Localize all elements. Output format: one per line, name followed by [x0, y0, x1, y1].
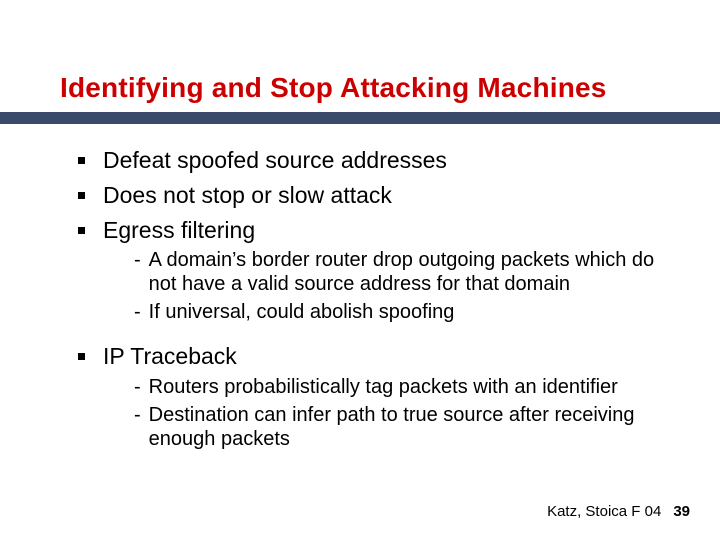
list-subitem: - If universal, could abolish spoofing — [134, 300, 660, 324]
footer-credit: Katz, Stoica F 04 — [547, 503, 661, 520]
bullet-text: Defeat spoofed source addresses — [103, 146, 447, 175]
subbullet-text: Routers probabilistically tag packets wi… — [149, 375, 618, 399]
page-number: 39 — [673, 503, 690, 520]
dash-bullet-icon: - — [134, 300, 141, 324]
bullet-text: IP Traceback — [103, 342, 237, 371]
subbullet-text: A domain’s border router drop outgoing p… — [149, 248, 660, 296]
square-bullet-icon — [78, 192, 85, 199]
spacer — [78, 324, 660, 336]
list-subitem: - Routers probabilistically tag packets … — [134, 375, 660, 399]
dash-bullet-icon: - — [134, 403, 141, 427]
dash-bullet-icon: - — [134, 375, 141, 399]
square-bullet-icon — [78, 353, 85, 360]
dash-bullet-icon: - — [134, 248, 141, 272]
list-item: Defeat spoofed source addresses — [78, 146, 660, 175]
subbullet-text: If universal, could abolish spoofing — [149, 300, 455, 324]
list-item: IP Traceback — [78, 342, 660, 371]
list-item: Does not stop or slow attack — [78, 181, 660, 210]
footer: Katz, Stoica F 04 39 — [547, 503, 690, 520]
slide-title: Identifying and Stop Attacking Machines — [60, 72, 680, 104]
bullet-text: Egress filtering — [103, 216, 255, 245]
slide: Identifying and Stop Attacking Machines … — [0, 0, 720, 540]
slide-body: Defeat spoofed source addresses Does not… — [78, 140, 660, 451]
bullet-text: Does not stop or slow attack — [103, 181, 392, 210]
list-item: Egress filtering — [78, 216, 660, 245]
subbullet-text: Destination can infer path to true sourc… — [149, 403, 660, 451]
title-underline — [0, 112, 720, 124]
list-subitem: - Destination can infer path to true sou… — [134, 403, 660, 451]
square-bullet-icon — [78, 227, 85, 234]
list-subitem: - A domain’s border router drop outgoing… — [134, 248, 660, 296]
square-bullet-icon — [78, 157, 85, 164]
